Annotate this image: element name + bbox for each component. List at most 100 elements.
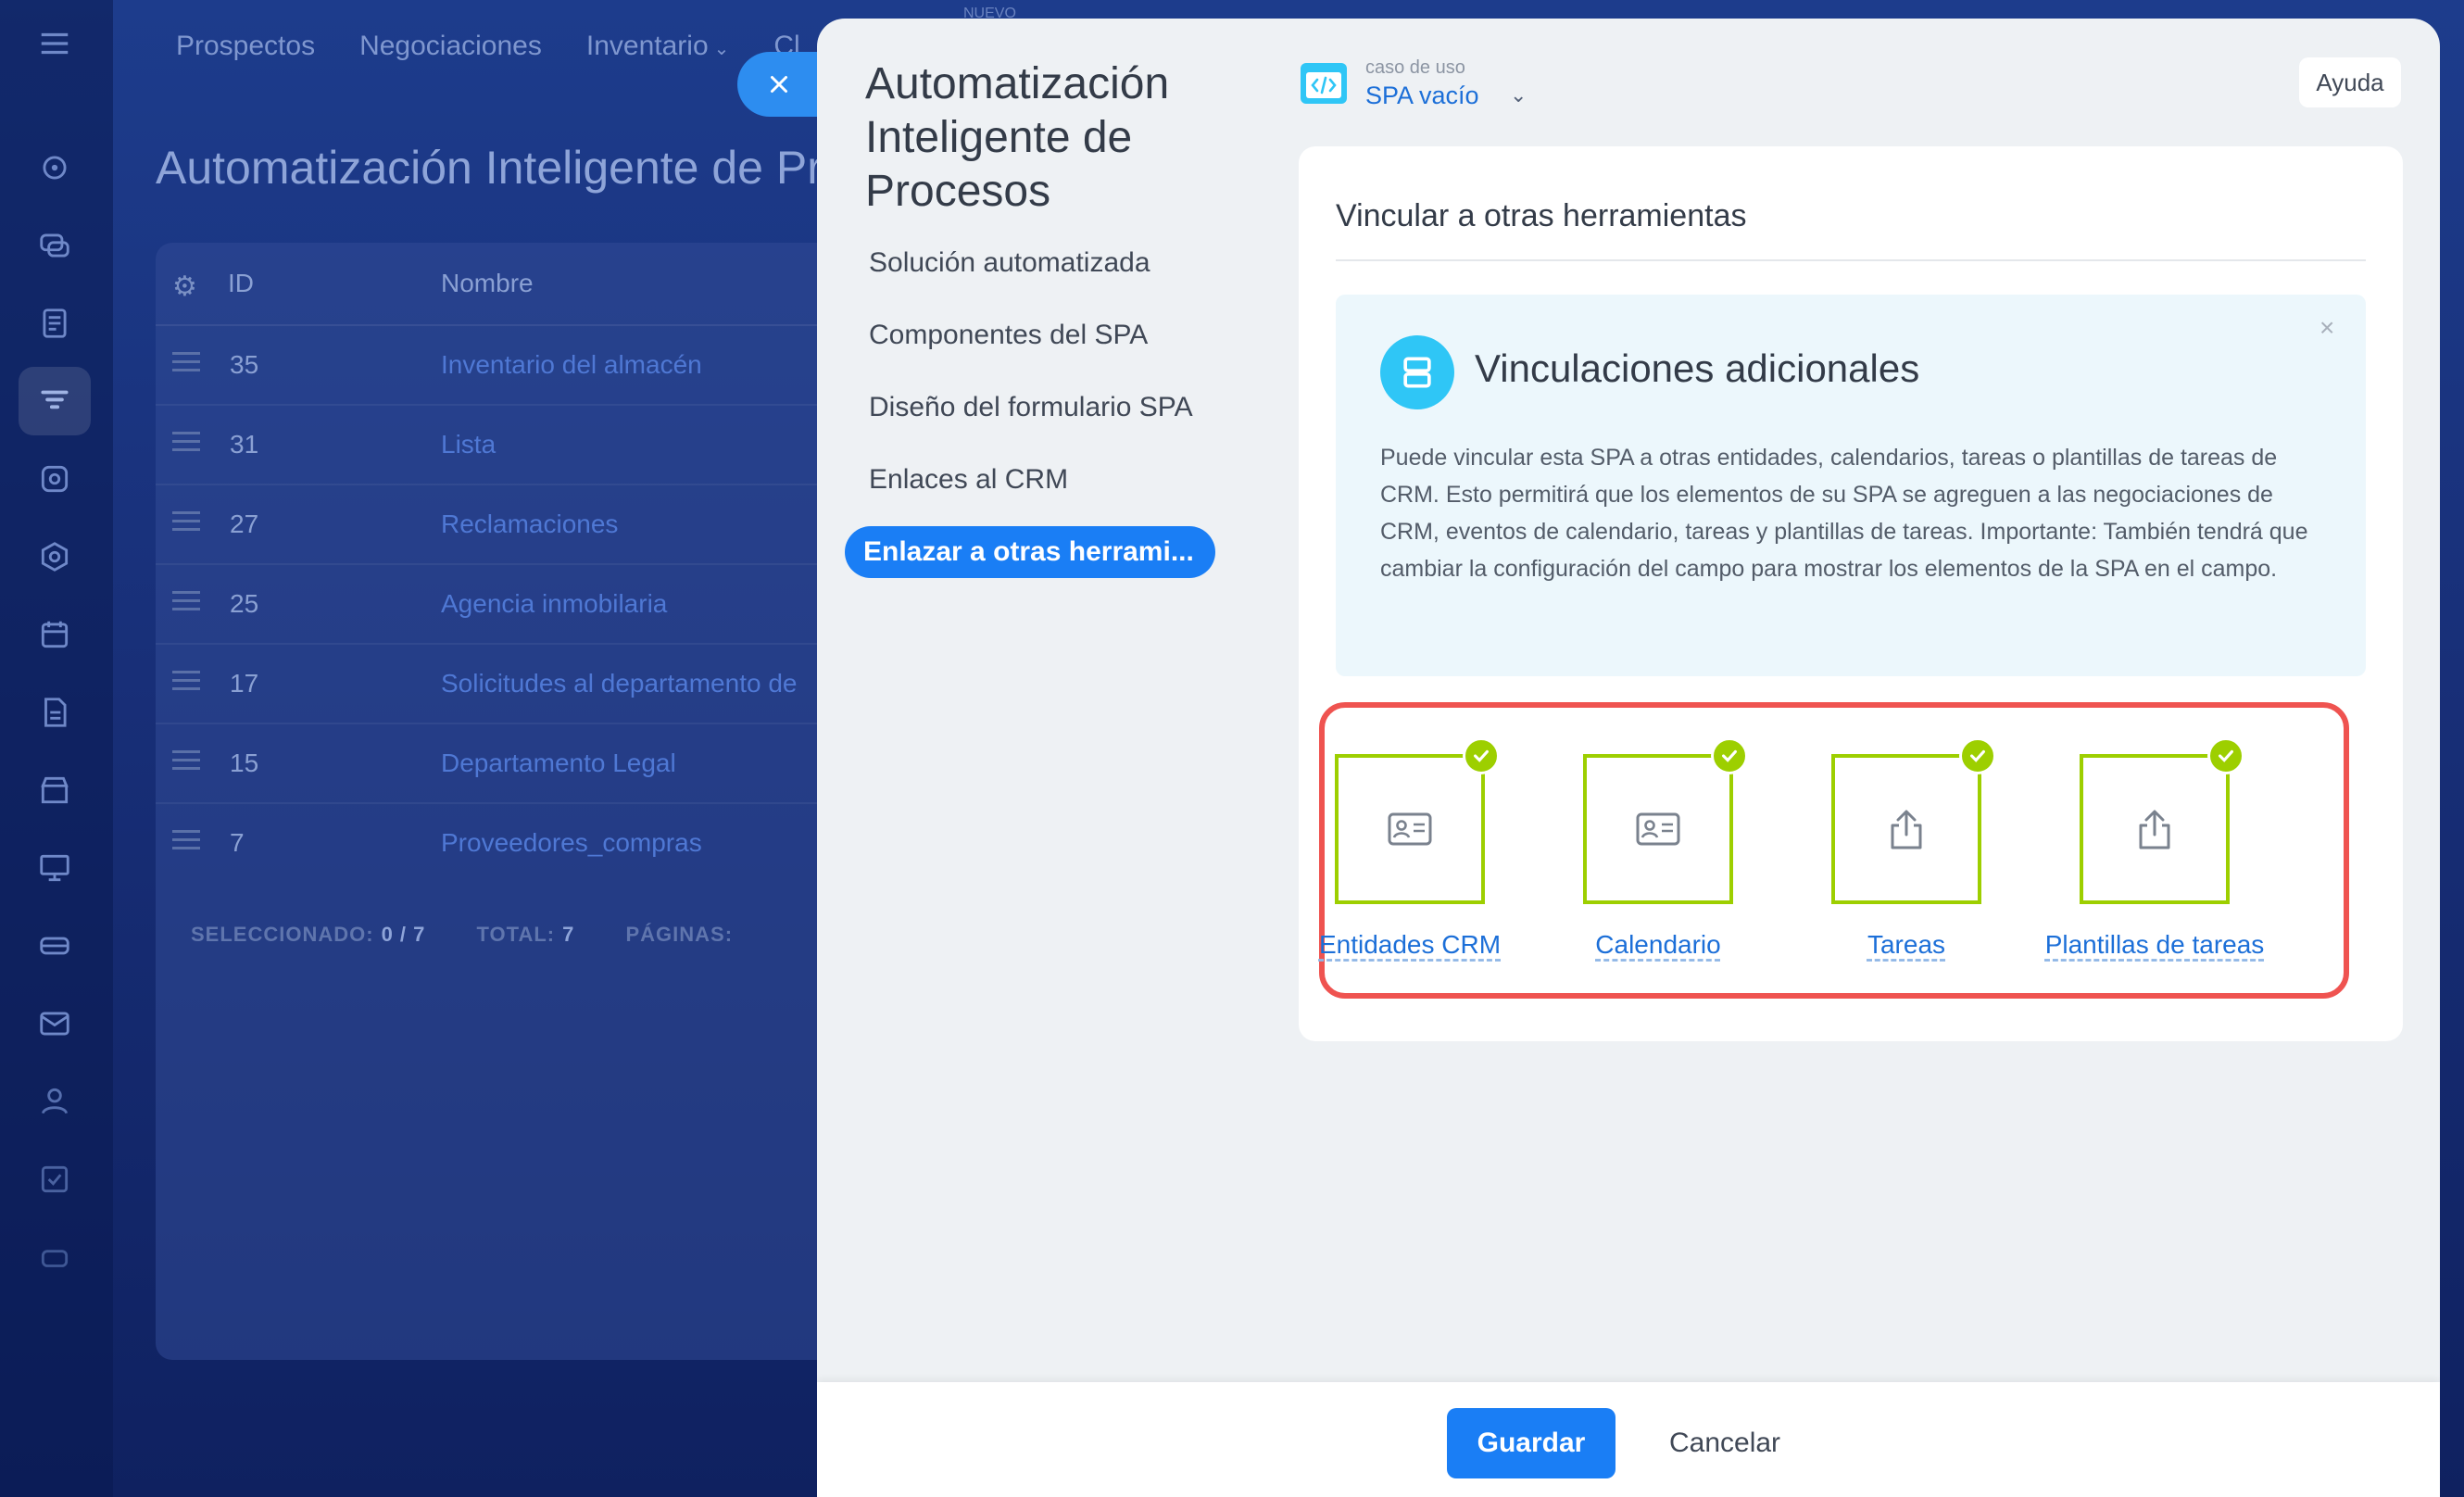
tool-tile[interactable] xyxy=(1583,737,1748,904)
save-button[interactable]: Guardar xyxy=(1447,1408,1615,1478)
background-table: ⚙ ID Nombre 35 Inventario del almacén 31… xyxy=(156,243,860,1360)
id-card-icon xyxy=(1388,812,1432,846)
table-row[interactable]: 17 Solicitudes al departamento de xyxy=(156,645,860,724)
gear-icon[interactable]: ⚙ xyxy=(172,270,197,303)
row-id: 35 xyxy=(230,350,259,379)
tool-tile[interactable] xyxy=(2080,737,2244,904)
cancel-button[interactable]: Cancelar xyxy=(1651,1408,1799,1478)
column-header-name[interactable]: Nombre xyxy=(441,269,534,298)
sidebar-drive-icon[interactable] xyxy=(35,926,74,965)
close-icon xyxy=(771,76,787,93)
panel-side-menu: Solución automatizada Componentes del SP… xyxy=(845,237,1252,598)
tool-entidades-crm[interactable]: Entidades CRM xyxy=(1299,737,1521,963)
left-sidebar xyxy=(0,0,113,1497)
menu-item-componentes-spa[interactable]: Componentes del SPA xyxy=(845,309,1252,361)
row-name-link[interactable]: Solicitudes al departamento de xyxy=(441,669,797,698)
sidebar-funnel-icon[interactable] xyxy=(35,382,74,421)
drag-handle-icon[interactable] xyxy=(172,830,200,855)
table-footer: SELECCIONADO: 0 / 7 TOTAL: 7 PÁGINAS: xyxy=(191,923,777,947)
tool-tile[interactable] xyxy=(1831,737,1996,904)
drag-handle-icon[interactable] xyxy=(172,591,200,616)
tool-label[interactable]: Calendario xyxy=(1547,926,1769,963)
nav-item-prospectos[interactable]: Prospectos xyxy=(176,26,315,67)
row-name-link[interactable]: Agencia inmobilaria xyxy=(441,589,667,619)
tool-plantillas-tareas[interactable]: Plantillas de tareas xyxy=(2043,737,2266,963)
menu-item-enlaces-crm[interactable]: Enlaces al CRM xyxy=(845,454,1252,506)
table-row[interactable]: 15 Departamento Legal xyxy=(156,724,860,804)
nav-item-inventario[interactable]: Inventario ⌄ xyxy=(586,26,730,67)
row-name-link[interactable]: Proveedores_compras xyxy=(441,828,702,858)
row-id: 25 xyxy=(230,589,259,618)
panel-footer: Guardar Cancelar xyxy=(817,1382,2440,1497)
row-id: 31 xyxy=(230,430,259,459)
sidebar-robot-icon[interactable] xyxy=(35,1238,74,1277)
sidebar-presentation-icon[interactable] xyxy=(35,849,74,887)
drag-handle-icon[interactable] xyxy=(172,671,200,696)
help-button[interactable]: Ayuda xyxy=(2299,57,2401,107)
sidebar-calendar-icon[interactable] xyxy=(35,615,74,654)
code-window-icon xyxy=(1301,63,1347,104)
menu-icon[interactable] xyxy=(35,24,74,63)
sidebar-feed-icon[interactable] xyxy=(35,304,74,343)
info-description: Puede vincular esta SPA a otras entidade… xyxy=(1380,445,2308,582)
check-icon xyxy=(2207,737,2244,774)
use-case-label: caso de uso xyxy=(1365,57,1465,78)
sidebar-chat-icon[interactable] xyxy=(35,226,74,265)
table-row[interactable]: 25 Agencia inmobilaria xyxy=(156,565,860,645)
tool-tareas[interactable]: Tareas xyxy=(1795,737,2018,963)
info-box: Vinculaciones adicionales × Puede vincul… xyxy=(1336,295,2366,676)
sidebar-hexagon-icon[interactable] xyxy=(35,537,74,576)
chevron-down-icon[interactable]: ⌄ xyxy=(1510,83,1527,107)
check-icon xyxy=(1711,737,1748,774)
panel-title: Automatización Inteligente de Procesos xyxy=(865,59,1170,216)
use-case-value[interactable]: SPA vacío xyxy=(1365,82,1479,110)
tool-label[interactable]: Entidades CRM xyxy=(1299,926,1521,963)
drag-handle-icon[interactable] xyxy=(172,352,200,377)
card-title: Vincular a otras herramientas xyxy=(1336,198,1747,233)
top-navigation: Prospectos Negociaciones Inventario ⌄ Cl xyxy=(176,26,800,67)
close-icon[interactable]: × xyxy=(2319,313,2334,343)
tool-label[interactable]: Plantillas de tareas xyxy=(2043,926,2266,963)
sidebar-tasks-icon[interactable] xyxy=(35,1160,74,1199)
row-name-link[interactable]: Lista xyxy=(441,430,496,459)
share-upload-icon xyxy=(1891,810,1922,849)
server-stack-icon xyxy=(1380,335,1454,409)
sidebar-sparkle-icon[interactable] xyxy=(35,148,74,187)
tool-calendario[interactable]: Calendario xyxy=(1547,737,1769,963)
table-row[interactable]: 31 Lista xyxy=(156,406,860,485)
chevron-down-icon: ⌄ xyxy=(713,39,730,59)
menu-item-diseno-formulario[interactable]: Diseño del formulario SPA xyxy=(845,382,1252,434)
pages-label: PÁGINAS: xyxy=(625,923,734,946)
sidebar-box-icon[interactable] xyxy=(35,459,74,498)
nav-item-inventario-label: Inventario xyxy=(585,31,709,61)
menu-item-enlazar-herramientas[interactable]: Enlazar a otras herrami... xyxy=(845,526,1215,578)
sidebar-mail-icon[interactable] xyxy=(35,1004,74,1043)
table-header: ⚙ ID Nombre xyxy=(156,243,860,326)
check-icon xyxy=(1463,737,1500,774)
row-name-link[interactable]: Reclamaciones xyxy=(441,509,618,539)
total-count: TOTAL: 7 xyxy=(476,923,575,946)
row-name-link[interactable]: Inventario del almacén xyxy=(441,350,702,380)
close-panel-button[interactable] xyxy=(737,52,830,117)
drag-handle-icon[interactable] xyxy=(172,511,200,536)
row-id: 17 xyxy=(230,669,259,698)
table-row[interactable]: 35 Inventario del almacén xyxy=(156,326,860,406)
tool-label[interactable]: Tareas xyxy=(1795,926,2018,963)
drag-handle-icon[interactable] xyxy=(172,750,200,775)
tool-tile[interactable] xyxy=(1335,737,1500,904)
drag-handle-icon[interactable] xyxy=(172,432,200,457)
nav-item-negociaciones[interactable]: Negociaciones xyxy=(359,26,542,67)
info-title: Vinculaciones adicionales xyxy=(1475,346,1920,390)
check-icon xyxy=(1959,737,1996,774)
row-name-link[interactable]: Departamento Legal xyxy=(441,748,676,778)
column-header-id[interactable]: ID xyxy=(228,269,254,298)
selected-count: SELECCIONADO: 0 / 7 xyxy=(191,923,426,946)
sidebar-store-icon[interactable] xyxy=(35,771,74,810)
automation-slider-panel: Automatización Inteligente de Procesos S… xyxy=(817,19,2440,1497)
table-row[interactable]: 27 Reclamaciones xyxy=(156,485,860,565)
row-id: 27 xyxy=(230,509,259,538)
menu-item-solucion-automatizada[interactable]: Solución automatizada xyxy=(845,237,1252,289)
sidebar-document-icon[interactable] xyxy=(35,693,74,732)
table-row[interactable]: 7 Proveedores_compras xyxy=(156,804,860,884)
sidebar-users-icon[interactable] xyxy=(35,1082,74,1121)
